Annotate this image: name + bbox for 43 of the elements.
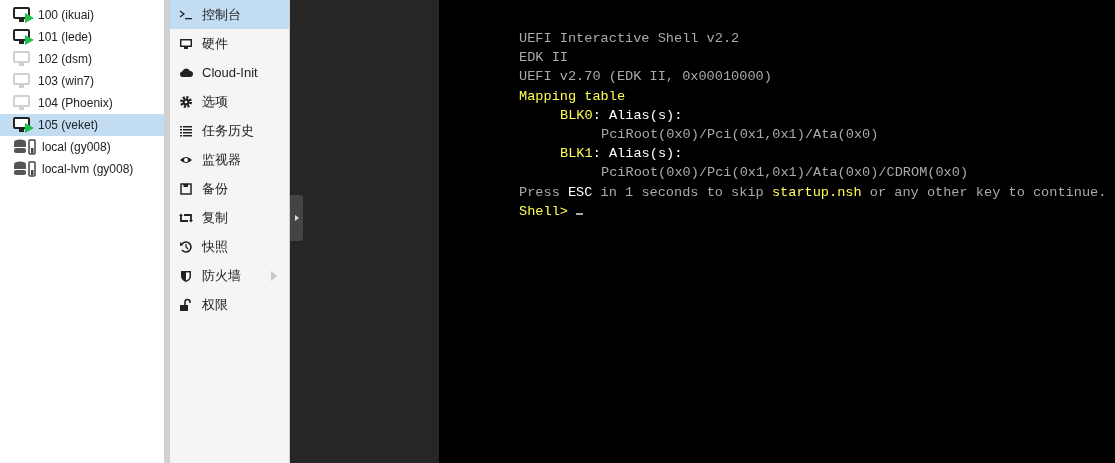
tree-item[interactable]: local (gy008) bbox=[0, 136, 164, 158]
tree-item[interactable]: 100 (ikuai) bbox=[0, 4, 164, 26]
console-line: Press ESC in 1 seconds to skip startup.nsh or any other key to continue. bbox=[519, 183, 1108, 202]
history-icon bbox=[179, 239, 193, 254]
menu-item[interactable]: 控制台 bbox=[170, 0, 289, 29]
menu-item[interactable]: 监视器 bbox=[170, 145, 289, 174]
monitor-icon bbox=[179, 36, 193, 51]
tree-item[interactable]: 101 (lede) bbox=[0, 26, 164, 48]
tree-item[interactable]: 105 (veket) bbox=[0, 114, 164, 136]
console-line: PciRoot(0x0)/Pci(0x1,0x1)/Ata(0x0) bbox=[600, 126, 880, 144]
console-line: UEFI v2.70 (EDK II, 0x00010000) bbox=[519, 68, 773, 87]
console-line: Shell> bbox=[519, 201, 1115, 222]
menu-item[interactable]: 备份 bbox=[170, 174, 289, 203]
menu-item[interactable]: Cloud-Init bbox=[170, 58, 289, 87]
tree-item[interactable]: 103 (win7) bbox=[0, 70, 164, 92]
expand-arrow-icon bbox=[294, 215, 299, 221]
gear-icon bbox=[179, 94, 193, 109]
list-icon bbox=[179, 123, 193, 138]
menu-item[interactable]: 任务历史 bbox=[170, 116, 289, 145]
menu-item[interactable]: 权限 bbox=[170, 290, 289, 319]
tree-item[interactable]: 102 (dsm) bbox=[0, 48, 164, 70]
storage-icon bbox=[13, 139, 39, 155]
tree-item[interactable]: 104 (Phoenix) bbox=[0, 92, 164, 114]
menu-item[interactable]: 防火墙 bbox=[170, 261, 289, 290]
console-line: BLK1: Alias(s): bbox=[559, 145, 684, 164]
console-line: PciRoot(0x0)/Pci(0x1,0x1)/Ata(0x0)/CDROM(0x0) bbox=[600, 164, 970, 183]
running-vm-icon bbox=[13, 7, 35, 23]
menu-item[interactable]: 复制 bbox=[170, 203, 289, 232]
storage-icon bbox=[13, 161, 39, 177]
running-vm-icon bbox=[13, 29, 35, 45]
console-line: BLK0: Alias(s): bbox=[559, 106, 684, 125]
console-line: EDK II bbox=[519, 49, 569, 68]
expand-handle[interactable] bbox=[290, 195, 303, 241]
menu-item[interactable]: 选项 bbox=[170, 87, 289, 116]
shield-icon bbox=[179, 268, 193, 283]
console-line: Mapping table bbox=[519, 87, 627, 106]
console-line: UEFI Interactive Shell v2.2 bbox=[519, 30, 741, 48]
menu-item[interactable]: 快照 bbox=[170, 232, 289, 261]
unlock-icon bbox=[179, 297, 193, 312]
tree-item[interactable]: local-lvm (gy008) bbox=[0, 158, 164, 180]
menu-item[interactable]: 硬件 bbox=[170, 29, 289, 58]
running-vm-icon bbox=[13, 117, 35, 133]
cursor-icon bbox=[576, 212, 584, 215]
